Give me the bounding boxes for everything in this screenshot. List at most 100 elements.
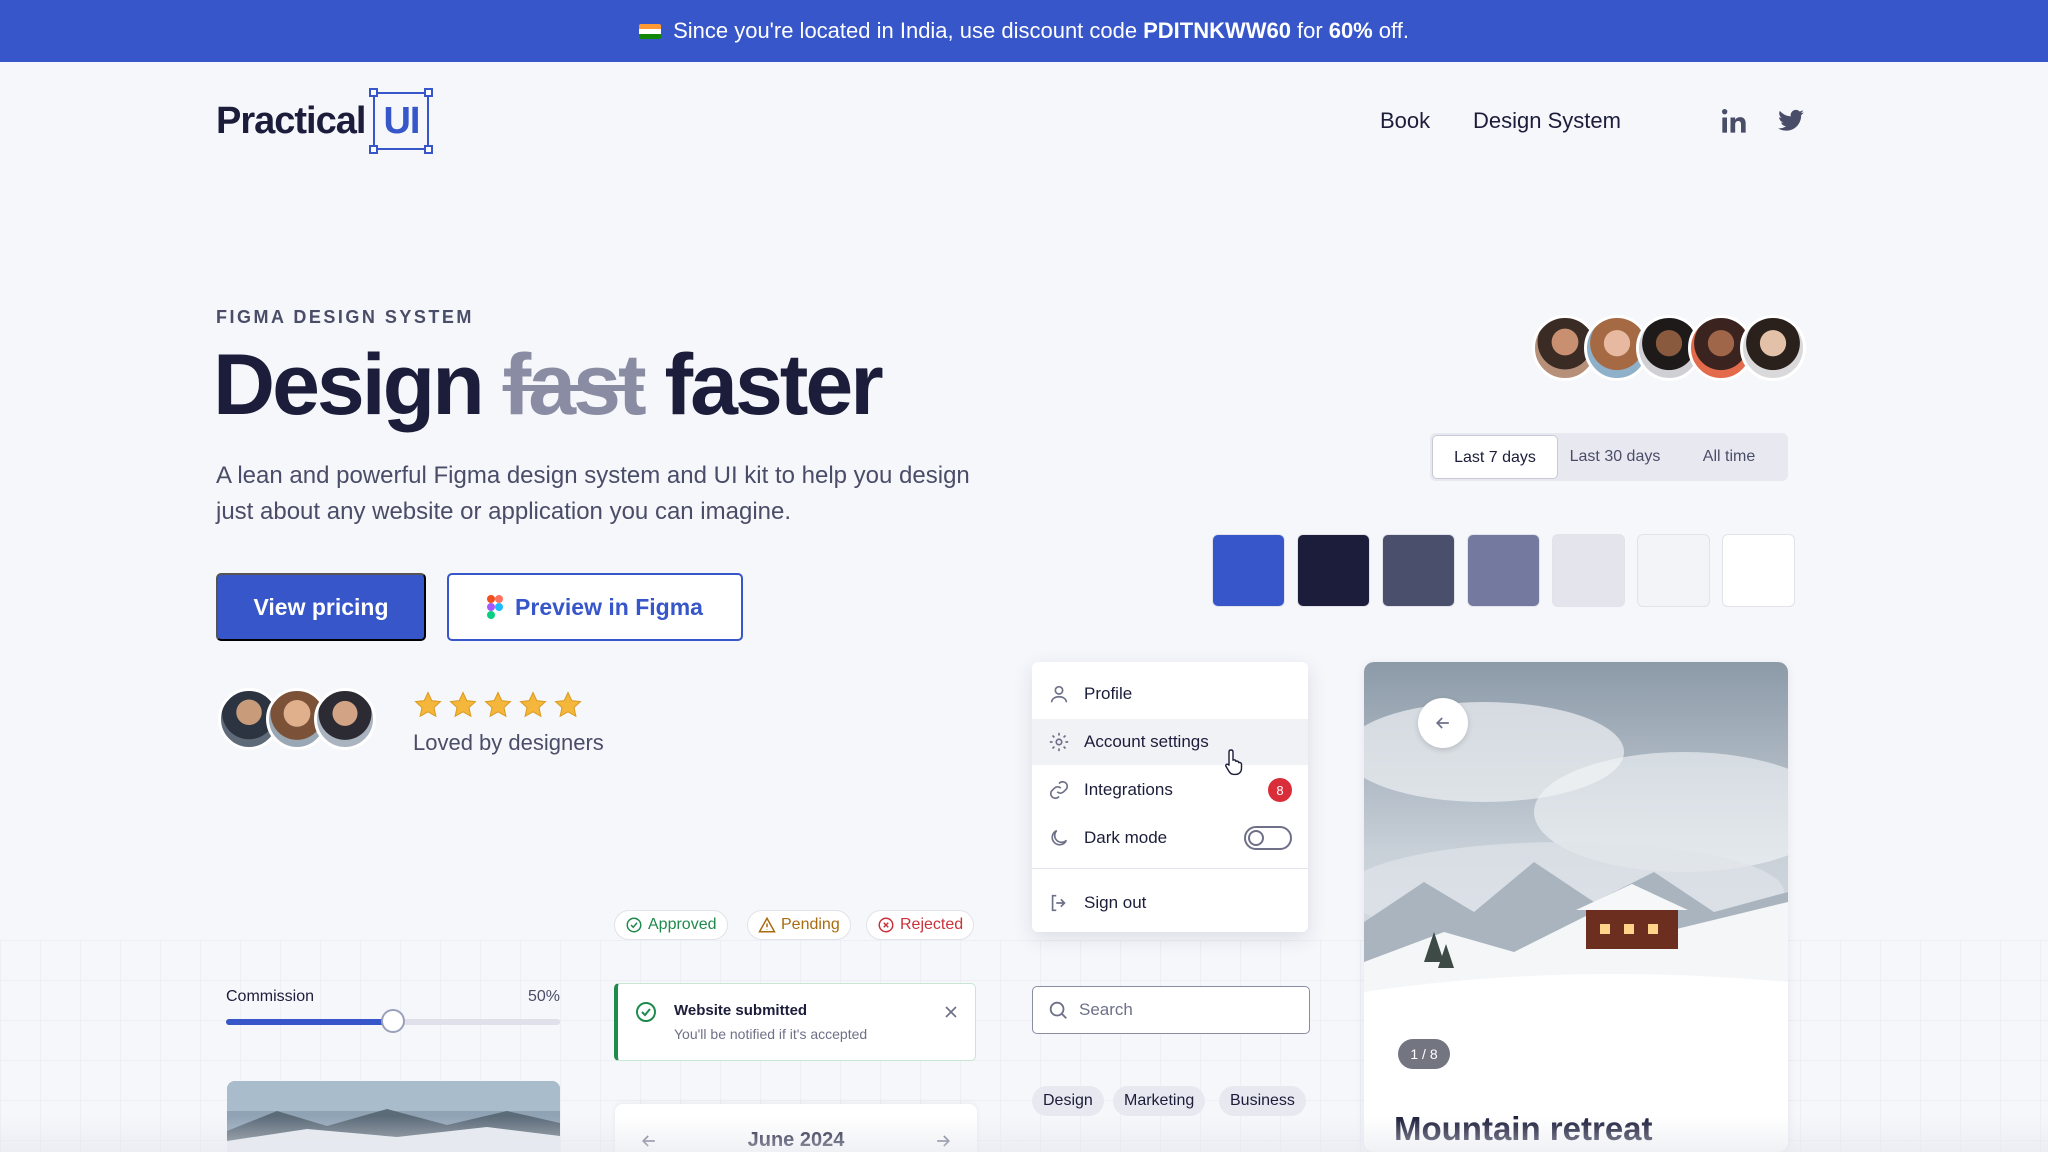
notification-badge: 8: [1268, 778, 1292, 802]
star-icon: [414, 691, 442, 718]
status-label: Pending: [781, 916, 840, 933]
search-icon: [1049, 1001, 1067, 1019]
hero-description: A lean and powerful Figma design system …: [216, 462, 970, 525]
avatar: [314, 688, 376, 750]
headline-end: faster: [664, 337, 883, 433]
star-icon: [554, 691, 582, 718]
color-swatch[interactable]: [1637, 534, 1710, 607]
menu-item-integrations[interactable]: Integrations 8: [1032, 767, 1308, 813]
india-flag-icon: [639, 23, 662, 39]
success-toast: Website submitted You'll be notified if …: [614, 983, 976, 1061]
star-icon: [519, 691, 547, 718]
eyebrow: FIGMA DESIGN SYSTEM: [216, 307, 474, 327]
status-badge-pending: Pending: [747, 910, 851, 940]
date-range-segmented-control: Last 7 days Last 30 days All time: [1430, 433, 1788, 481]
star-icon: [449, 691, 477, 718]
menu-item-sign-out[interactable]: Sign out: [1032, 880, 1308, 926]
banner-text-before: Since you're located in India, use disco…: [673, 18, 1138, 43]
slider-value: 50%: [528, 988, 561, 1005]
tag-marketing[interactable]: Marketing: [1113, 1086, 1206, 1116]
twitter-icon[interactable]: [1777, 107, 1805, 135]
calendar: June 2024: [615, 1104, 977, 1152]
menu-item-profile[interactable]: Profile: [1032, 671, 1308, 717]
menu-divider: [1032, 868, 1308, 869]
color-swatches: [1212, 534, 1795, 607]
user-icon: [1050, 685, 1068, 703]
color-swatch[interactable]: [1722, 534, 1795, 607]
menu-item-account-settings[interactable]: Account settings: [1032, 719, 1308, 765]
logo-highlight: UI: [369, 88, 434, 154]
color-swatch[interactable]: [1212, 534, 1285, 607]
color-swatch[interactable]: [1467, 534, 1540, 607]
preview-in-figma-button[interactable]: Preview in Figma: [447, 573, 743, 641]
avatar: [1740, 315, 1806, 381]
toast-message: You'll be notified if it's accepted: [674, 1026, 868, 1042]
team-avatars: [1532, 315, 1806, 381]
slider-label: Commission: [226, 988, 315, 1005]
user-menu: Profile Account settings Integrations 8 …: [1032, 662, 1308, 932]
banner-text-mid: for: [1297, 18, 1323, 43]
nav-design-system[interactable]: Design System: [1473, 108, 1621, 134]
linkedin-icon[interactable]: [1720, 107, 1748, 135]
sign-out-icon: [1051, 894, 1066, 912]
tag-design[interactable]: Design: [1032, 1086, 1104, 1116]
check-circle-icon: [636, 1002, 656, 1022]
logo[interactable]: Practical UI: [216, 88, 434, 154]
rating-stars: [413, 690, 583, 720]
menu-item-label: Dark mode: [1084, 828, 1168, 847]
promo-banner: Since you're located in India, use disco…: [0, 0, 2048, 62]
discount-percent: 60%: [1328, 18, 1373, 43]
star-icon: [484, 691, 512, 718]
menu-item-label: Sign out: [1084, 893, 1147, 912]
menu-item-label: Integrations: [1084, 780, 1173, 799]
color-swatch[interactable]: [1552, 534, 1625, 607]
logo-text: Practical: [216, 99, 366, 142]
view-pricing-button[interactable]: View pricing: [216, 573, 426, 641]
rating-label: Loved by designers: [413, 730, 604, 755]
status-badge-approved: Approved: [614, 910, 728, 940]
commission-slider[interactable]: [226, 1009, 560, 1033]
pointer-cursor-icon: [1225, 749, 1243, 776]
status-label: Rejected: [900, 916, 964, 933]
dark-mode-toggle[interactable]: [1244, 826, 1292, 850]
warning-icon: [758, 916, 776, 933]
nav-book[interactable]: Book: [1380, 108, 1430, 134]
figma-icon: [487, 595, 504, 619]
property-card[interactable]: 1 / 8 Mountain retreat: [1364, 662, 1788, 1152]
check-circle-icon: [626, 917, 642, 933]
slider-fill: [226, 1019, 393, 1025]
menu-item-dark-mode[interactable]: Dark mode: [1032, 815, 1308, 861]
image-counter: 1 / 8: [1398, 1039, 1450, 1069]
gear-icon: [1049, 732, 1069, 752]
arrow-left-icon: [1435, 717, 1449, 729]
discount-code: PDITNKWW60: [1143, 18, 1292, 43]
previous-image-button[interactable]: [1418, 698, 1468, 748]
card-title: Mountain retreat: [1394, 1110, 1653, 1147]
color-swatch[interactable]: [1297, 534, 1370, 607]
x-circle-icon: [878, 917, 894, 933]
page-title: Design fast faster: [213, 336, 884, 435]
logo-highlight-text: UI: [383, 99, 420, 142]
headline-start: Design: [213, 337, 485, 433]
search-input[interactable]: Search: [1079, 1000, 1133, 1020]
link-icon: [1049, 780, 1069, 800]
segment-last-30-days[interactable]: Last 30 days: [1558, 435, 1672, 479]
close-icon[interactable]: [941, 1002, 961, 1022]
status-badge-rejected: Rejected: [866, 910, 975, 940]
preview-in-figma-label: Preview in Figma: [515, 593, 703, 620]
search-field[interactable]: Search: [1032, 986, 1310, 1034]
tag-business[interactable]: Business: [1219, 1086, 1306, 1116]
headline-strike: fast: [502, 337, 647, 433]
menu-item-label: Account settings: [1084, 732, 1209, 751]
slider-thumb[interactable]: [381, 1009, 405, 1033]
menu-item-label: Profile: [1084, 684, 1133, 703]
designer-avatars: [218, 688, 376, 750]
moon-icon: [1051, 829, 1068, 846]
status-label: Approved: [648, 916, 717, 933]
arrow-right-icon[interactable]: [933, 1131, 953, 1151]
color-swatch[interactable]: [1382, 534, 1455, 607]
segment-all-time[interactable]: All time: [1672, 435, 1786, 479]
banner-text-after: off.: [1378, 18, 1409, 43]
mountain-thumbnail-image: [227, 1081, 560, 1152]
segment-last-7-days[interactable]: Last 7 days: [1432, 435, 1558, 479]
